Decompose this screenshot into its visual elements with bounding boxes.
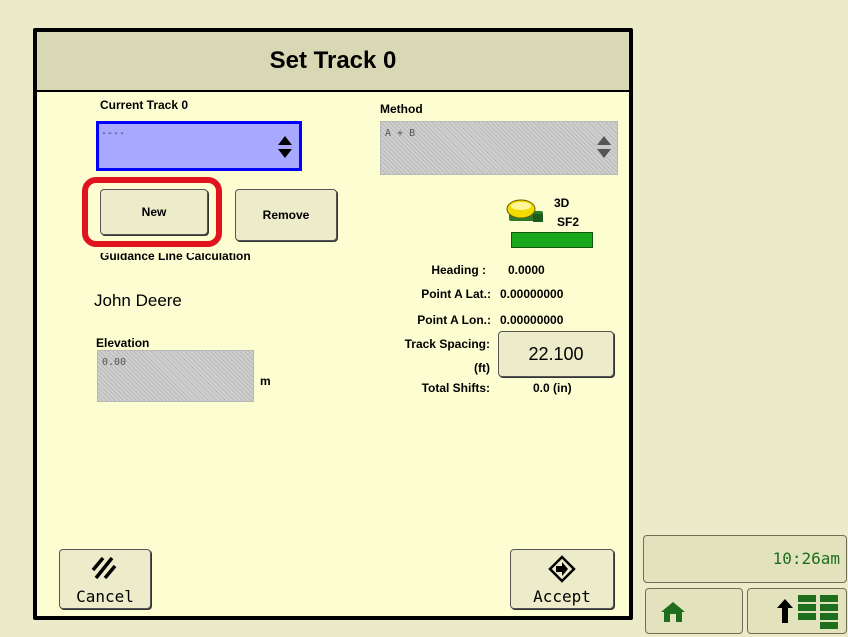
dialog-title: Set Track 0 bbox=[37, 32, 629, 92]
point-a-lat-value: 0.00000000 bbox=[500, 287, 564, 301]
track-spacing-label: Track Spacing: bbox=[404, 337, 490, 351]
menu-grid-icon bbox=[798, 595, 838, 629]
current-track-label: Current Track 0 bbox=[100, 98, 189, 112]
gps-mode: 3D bbox=[554, 196, 570, 210]
set-track-dialog: Set Track 0 Current Track 0 ---- New Rem… bbox=[33, 28, 633, 620]
menu-button[interactable] bbox=[747, 588, 847, 634]
remove-button[interactable]: Remove bbox=[235, 189, 337, 241]
elevation-field[interactable]: 0.00 bbox=[97, 350, 254, 402]
highlight-ring bbox=[82, 177, 222, 247]
heading-label: Heading : bbox=[431, 263, 486, 277]
method-value: A + B bbox=[385, 128, 416, 139]
accept-label: Accept bbox=[533, 587, 591, 606]
clock-time: 10:26am bbox=[772, 549, 840, 568]
current-track-select[interactable]: ---- bbox=[96, 121, 302, 171]
clock-panel: 10:26am bbox=[643, 535, 847, 583]
up-arrow-icon bbox=[777, 599, 793, 623]
point-a-lon-label: Point A Lon.: bbox=[417, 313, 491, 327]
dialog-body: Set Track 0 Current Track 0 ---- New Rem… bbox=[37, 32, 629, 616]
cancel-icon bbox=[91, 556, 117, 580]
guidance-value: John Deere bbox=[94, 291, 182, 310]
total-shifts-label: Total Shifts: bbox=[421, 381, 490, 395]
elevation-value: 0.00 bbox=[102, 357, 127, 368]
heading-value: 0.0000 bbox=[508, 263, 545, 277]
track-spacing-unit: (ft) bbox=[474, 361, 490, 375]
home-icon bbox=[661, 602, 685, 622]
updown-arrows-icon[interactable] bbox=[596, 135, 612, 159]
track-spacing-input[interactable]: 22.100 bbox=[498, 331, 614, 377]
cancel-button[interactable]: Cancel bbox=[59, 549, 151, 609]
accept-icon bbox=[548, 555, 576, 583]
accept-button[interactable]: Accept bbox=[510, 549, 614, 609]
total-shifts-value: 0.0 (in) bbox=[533, 381, 572, 395]
current-track-value: ---- bbox=[101, 128, 126, 139]
method-label: Method bbox=[380, 102, 423, 116]
gps-signal-bar bbox=[511, 232, 593, 248]
point-a-lat-label: Point A Lat.: bbox=[421, 287, 491, 301]
home-button[interactable] bbox=[645, 588, 743, 634]
track-spacing-value: 22.100 bbox=[528, 343, 584, 364]
elevation-label: Elevation bbox=[96, 336, 150, 350]
elevation-unit: m bbox=[260, 374, 271, 388]
cancel-label: Cancel bbox=[76, 587, 134, 606]
gps-receiver-icon bbox=[506, 199, 543, 222]
guidance-label: Guidance Line Calculation bbox=[100, 249, 251, 263]
point-a-lon-value: 0.00000000 bbox=[500, 313, 564, 327]
method-select[interactable]: A + B bbox=[380, 121, 618, 175]
gps-signal: SF2 bbox=[557, 215, 580, 229]
updown-arrows-icon[interactable] bbox=[277, 135, 293, 159]
